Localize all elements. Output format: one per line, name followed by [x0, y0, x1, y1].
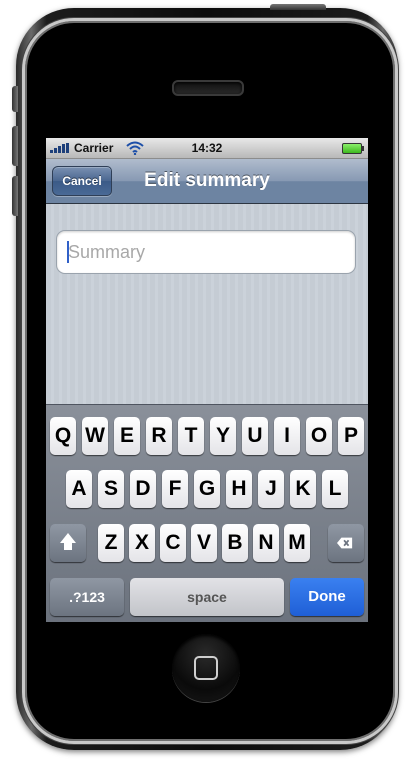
sleep-button	[270, 4, 326, 10]
key-r[interactable]: R	[146, 417, 172, 455]
key-a[interactable]: A	[66, 470, 92, 508]
cancel-button[interactable]: Cancel	[52, 166, 112, 196]
key-y[interactable]: Y	[210, 417, 236, 455]
key-o[interactable]: O	[306, 417, 332, 455]
key-z[interactable]: Z	[98, 524, 124, 562]
earpiece-speaker	[172, 80, 244, 96]
home-square-icon	[194, 656, 218, 680]
key-u[interactable]: U	[242, 417, 268, 455]
summary-input[interactable]	[68, 231, 344, 273]
shift-arrow-stem	[64, 542, 72, 550]
key-e[interactable]: E	[114, 417, 140, 455]
key-g[interactable]: G	[194, 470, 220, 508]
page-title: Edit summary	[144, 170, 270, 191]
status-bar: Carrier 14:32	[46, 138, 368, 159]
screen: Carrier 14:32 Cancel Edit summary QWERTY…	[46, 138, 368, 622]
key-x[interactable]: X	[129, 524, 155, 562]
key-f[interactable]: F	[162, 470, 188, 508]
summary-field[interactable]	[56, 230, 356, 274]
key-q[interactable]: Q	[50, 417, 76, 455]
key-s[interactable]: S	[98, 470, 124, 508]
mute-switch	[12, 86, 18, 112]
key-c[interactable]: C	[160, 524, 186, 562]
key-j[interactable]: J	[258, 470, 284, 508]
space-key[interactable]: space	[130, 578, 284, 616]
key-k[interactable]: K	[290, 470, 316, 508]
key-d[interactable]: D	[130, 470, 156, 508]
key-i[interactable]: I	[274, 417, 300, 455]
home-button[interactable]	[172, 634, 240, 702]
key-p[interactable]: P	[338, 417, 364, 455]
status-time: 14:32	[191, 141, 223, 155]
navigation-bar: Cancel Edit summary	[46, 159, 368, 204]
backspace-icon	[337, 537, 353, 549]
done-key[interactable]: Done	[290, 578, 364, 616]
keyboard: QWERTYUIOP ASDFGHJKL ZXCVBNM .?123 space…	[46, 404, 368, 622]
key-m[interactable]: M	[284, 524, 310, 562]
delete-key[interactable]	[328, 524, 364, 562]
shift-key[interactable]	[50, 524, 86, 562]
key-h[interactable]: H	[226, 470, 252, 508]
key-v[interactable]: V	[191, 524, 217, 562]
key-w[interactable]: W	[82, 417, 108, 455]
volume-down-button	[12, 176, 18, 216]
numbers-key[interactable]: .?123	[50, 578, 124, 616]
content-area	[46, 204, 368, 404]
key-b[interactable]: B	[222, 524, 248, 562]
volume-up-button	[12, 126, 18, 166]
key-n[interactable]: N	[253, 524, 279, 562]
key-t[interactable]: T	[178, 417, 204, 455]
key-l[interactable]: L	[322, 470, 348, 508]
battery-icon	[342, 143, 364, 154]
